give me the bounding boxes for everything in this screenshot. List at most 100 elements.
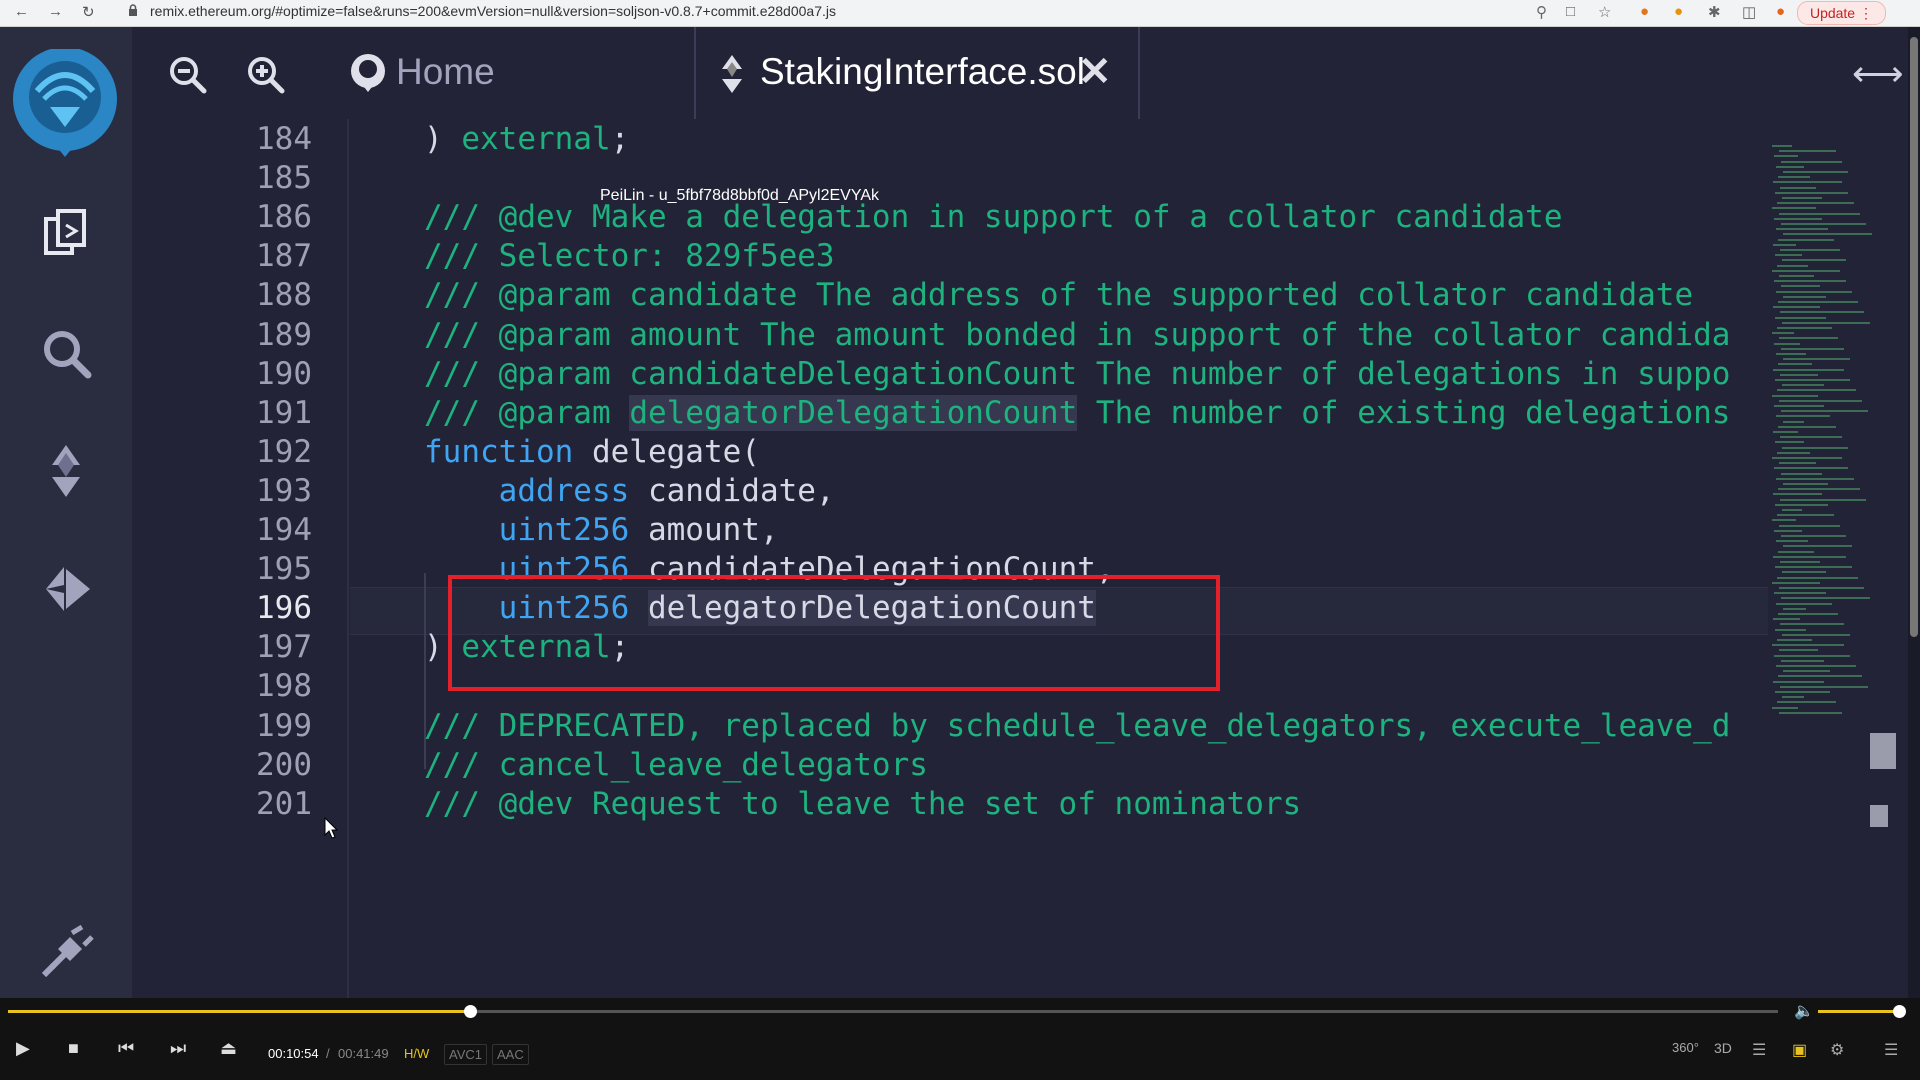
forward-icon[interactable]: → [48,3,63,20]
minimap-line [1783,607,1806,610]
minimap-line [1778,550,1814,553]
expand-panel-icon[interactable]: ⟷ [1852,53,1904,95]
code-token: ; [610,121,630,157]
minimap-line [1782,384,1824,387]
code-line[interactable]: /// @param candidateDelegationCount The … [424,356,1730,392]
code-line[interactable]: /// @dev Request to leave the set of nom… [424,786,1301,822]
minimap-line [1783,233,1872,236]
minimap-line [1775,316,1826,319]
bookmark-star-icon[interactable]: ☆ [1598,3,1611,21]
previous-icon[interactable]: ⏮ [118,1038,134,1059]
code-line[interactable]: /// cancel_leave_delegators [424,747,928,783]
play-icon[interactable]: ▶ [16,1038,30,1059]
line-number: 189 [256,316,312,353]
seek-bar[interactable] [8,1005,1778,1018]
code-line[interactable]: uint256 amount, [424,512,779,548]
3d-button[interactable]: 3D [1714,1040,1732,1056]
lock-icon [129,4,137,16]
minimap-line [1774,155,1798,158]
minimap-line [1779,150,1836,153]
minimap-line [1779,212,1860,215]
minimap-line [1772,145,1792,147]
subtitles-icon[interactable]: ▣ [1792,1040,1807,1060]
next-icon[interactable]: ⏭ [170,1038,186,1059]
browser-toolbar: ← → ↻ remix.ethereum.org/#optimize=false… [0,0,1920,27]
zoom-icon[interactable]: ⚲ [1536,3,1547,21]
tab-home-label: Home [396,51,495,92]
share-icon[interactable]: □ [1566,3,1575,20]
minimap-line [1781,223,1866,225]
extensions-puzzle-icon[interactable]: ✱ [1708,3,1721,21]
zoom-in-icon[interactable] [244,53,288,97]
code-line[interactable]: /// @param delegatorDelegationCount The … [424,394,1730,431]
code-editor[interactable]: 184 185 186 187 188 189 190 191 192 193 194 195 196 1… [132,119,1768,998]
minimap-line [1774,342,1800,345]
minimap-line [1780,436,1842,439]
minimap-line [1776,353,1806,355]
minimap[interactable] [1772,145,1872,725]
playlist-search-icon[interactable]: ☰ [1752,1040,1766,1060]
vr-360-button[interactable]: 360° [1672,1040,1699,1055]
code-token: uint256 [498,512,630,548]
hw-badge: H/W [404,1046,430,1061]
metamask-extension-icon[interactable]: ● [1640,3,1649,20]
code-token: amount, [629,512,779,548]
code-token: /// DEPRECATED, replaced by schedule_lea… [424,707,1731,744]
solidity-file-icon [722,55,742,93]
close-tab-icon[interactable]: ✕ [1078,49,1112,95]
code-line[interactable]: ) external; [424,121,629,157]
code-line[interactable]: address candidate, [424,473,835,509]
reload-icon[interactable]: ↻ [82,3,95,21]
minimap-line [1778,363,1812,366]
zoom-out-icon[interactable] [166,53,210,97]
line-number: 196 [256,590,312,627]
minimap-scroll-marker [1870,805,1888,827]
stop-icon[interactable]: ■ [68,1038,79,1059]
minimap-line [1779,587,1864,589]
page-scrollbar-thumb[interactable] [1910,37,1918,637]
settings-gear-icon[interactable]: ⚙ [1830,1040,1844,1060]
update-button[interactable]: Update ⋮ [1796,1,1886,25]
minimap-line [1777,576,1858,579]
minimap-line [1782,571,1826,574]
minimap-slider[interactable] [1870,733,1896,769]
volume-slider[interactable] [1818,1010,1900,1013]
search-icon[interactable] [36,323,96,383]
tab-staking-interface[interactable]: StakingInterface.sol ✕ [696,27,1140,119]
remix-logo-icon[interactable] [12,49,118,159]
volume-handle[interactable] [1893,1005,1906,1018]
back-icon[interactable]: ← [14,3,29,20]
code-token: /// Selector: 829f5ee3 [424,238,835,275]
profile-avatar[interactable]: ● [1776,3,1785,20]
code-line[interactable]: /// @dev Make a delegation in support of… [424,199,1562,235]
code-line[interactable]: function delegate( [424,434,760,470]
code-line[interactable]: /// DEPRECATED, replaced by schedule_lea… [424,708,1730,744]
minimap-line [1772,207,1816,210]
address-bar[interactable]: remix.ethereum.org/#optimize=false&runs=… [128,3,836,19]
seek-handle[interactable] [463,1005,477,1018]
line-number: 188 [256,277,312,314]
side-panel-icon[interactable]: ◫ [1742,3,1756,21]
page-scrollbar[interactable] [1908,27,1920,998]
menu-icon[interactable]: ☰ [1884,1040,1898,1060]
deploy-run-icon[interactable] [36,559,96,619]
volume-icon[interactable]: 🔈 [1794,1001,1814,1021]
tab-home[interactable]: Home [332,27,696,119]
code-line[interactable]: /// Selector: 829f5ee3 [424,238,835,274]
minimap-line [1776,290,1852,293]
plugin-manager-icon[interactable] [36,923,96,983]
eject-icon[interactable]: ⏏ [220,1038,237,1059]
minimap-line [1772,581,1820,584]
minimap-line [1779,275,1814,277]
file-explorer-icon[interactable] [36,205,96,265]
code-line[interactable]: /// @param candidate The address of the … [424,277,1693,313]
extension-icon[interactable]: ● [1674,3,1683,20]
minimap-line [1775,379,1850,381]
minimap-line [1775,691,1830,693]
code-line[interactable]: /// @param amount The amount bonded in s… [424,317,1730,353]
minimap-line [1781,285,1820,288]
minimap-line [1773,368,1844,371]
line-number: 185 [256,160,312,197]
solidity-compiler-icon[interactable] [36,441,96,501]
